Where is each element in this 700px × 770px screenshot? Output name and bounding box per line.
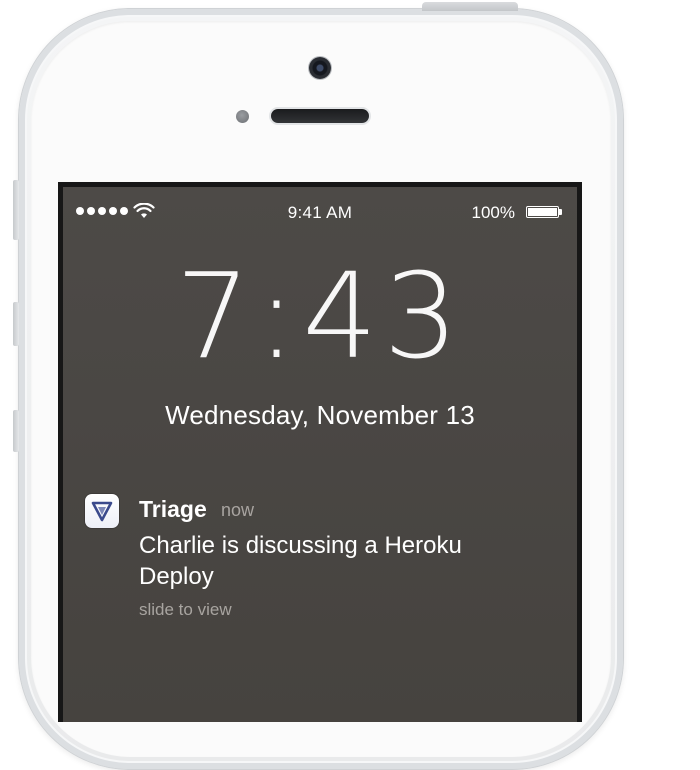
slide-to-view-hint[interactable]: slide to view bbox=[139, 600, 232, 620]
notification-app-name: Triage bbox=[139, 496, 207, 522]
triage-triangle-icon bbox=[85, 494, 119, 528]
status-bar: 9:41 AM 100% bbox=[63, 201, 577, 222]
earpiece-speaker bbox=[271, 109, 369, 123]
mute-switch bbox=[13, 180, 19, 240]
clock-time: 7:43 bbox=[175, 247, 465, 385]
battery-percent: 100% bbox=[471, 203, 515, 222]
notification-message: Charlie is discussing a Heroku Deploy bbox=[139, 532, 462, 590]
volume-up-button bbox=[13, 302, 19, 346]
power-button bbox=[422, 2, 518, 11]
notification-time: now bbox=[221, 500, 255, 520]
lock-screen[interactable]: 9:41 AM 100% 7:43 Wednesday, November 13… bbox=[58, 182, 582, 722]
front-camera bbox=[309, 57, 331, 79]
wallpaper: 9:41 AM 100% 7:43 Wednesday, November 13… bbox=[63, 187, 577, 722]
battery-tip bbox=[559, 209, 562, 215]
lock-clock: 7:43 bbox=[63, 257, 577, 375]
proximity-sensor bbox=[236, 110, 249, 123]
volume-down-button bbox=[13, 410, 19, 452]
battery-icon bbox=[526, 206, 559, 218]
lock-date: Wednesday, November 13 bbox=[165, 400, 475, 430]
